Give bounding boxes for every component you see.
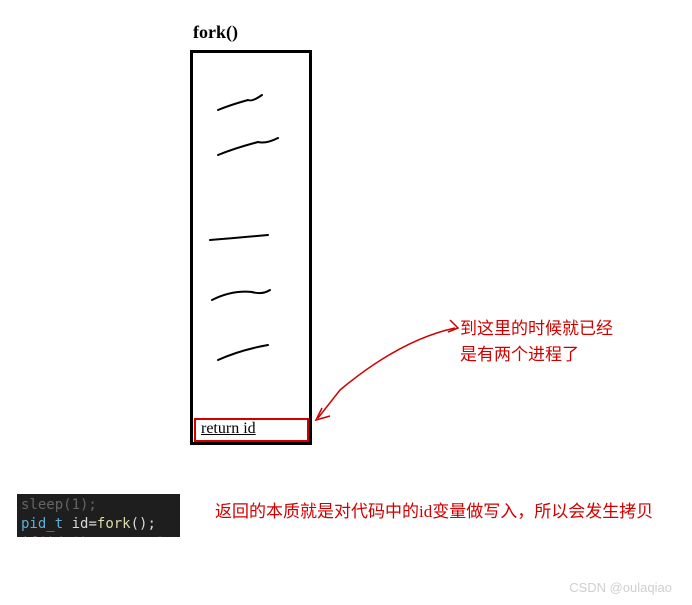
function-body-box: [190, 50, 312, 445]
code-eq: =: [88, 516, 96, 532]
fork-title: fork(): [193, 22, 238, 43]
code-line3: if(id>0) return 1: [21, 535, 164, 537]
code-paren: ();: [131, 516, 156, 532]
code-snippet: sleep(1); pid_t id=fork(); if(id>0) retu…: [17, 494, 180, 537]
return-statement: return id: [201, 420, 256, 438]
bottom-annotation: 返回的本质就是对代码中的id变量做写入，所以会发生拷贝: [215, 498, 675, 525]
code-line1: sleep(1);: [21, 497, 97, 513]
arrow-annotation: 到这里的时候就已经 是有两个进程了: [460, 316, 613, 367]
code-line2: pid_t id=fork();: [21, 515, 176, 534]
code-fn: fork: [97, 516, 131, 532]
code-var: id: [72, 516, 89, 532]
code-type: pid_t: [21, 516, 63, 532]
watermark: CSDN @oulaqiao: [569, 580, 672, 595]
arrow-annotation-line1: 到这里的时候就已经: [460, 316, 613, 342]
arrow-annotation-line2: 是有两个进程了: [460, 342, 613, 368]
